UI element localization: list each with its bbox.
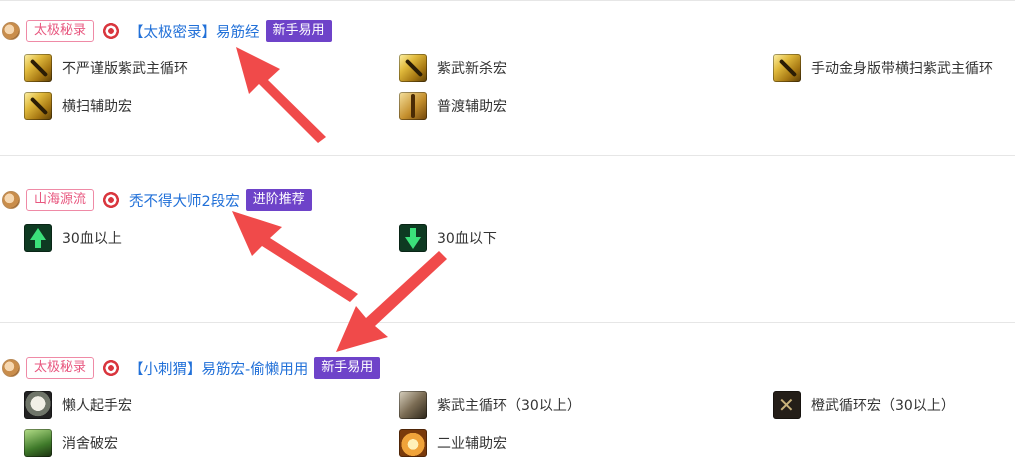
skill-label: 懒人起手宏 (62, 398, 132, 414)
skill-label: 横扫辅助宏 (62, 99, 132, 115)
skill-label: 二业辅助宏 (437, 436, 507, 452)
annotation-arrow (236, 47, 326, 143)
skill-label: 普渡辅助宏 (437, 99, 507, 115)
school-emblem-icon (2, 191, 20, 209)
annotation-arrow (336, 251, 447, 352)
skill-label: 不严谨版紫武主循环 (62, 61, 188, 77)
skill-item[interactable]: 普渡辅助宏 (399, 91, 507, 121)
difficulty-badge: 新手易用 (265, 20, 332, 42)
ghost-icon (24, 391, 52, 419)
gold-blade-icon (399, 54, 427, 82)
crossed-weapons-icon (773, 391, 801, 419)
macro-header: 山海源流 秃不得大师2段宏 进阶推荐 (0, 188, 312, 212)
school-tag[interactable]: 山海源流 (26, 189, 95, 211)
gold-blade-icon (773, 54, 801, 82)
macro-header: 太极秘录 【太极密录】易筋经 新手易用 (0, 19, 332, 43)
leaf-icon (24, 429, 52, 457)
target-icon (102, 22, 121, 40)
gold-blade-icon (24, 92, 52, 120)
skill-item[interactable]: 懒人起手宏 (24, 390, 132, 420)
divider (0, 0, 1015, 1)
flame-icon (399, 429, 427, 457)
divider (0, 322, 1015, 323)
skill-item[interactable]: 紫武新杀宏 (399, 53, 507, 83)
skill-label: 消舍破宏 (62, 436, 118, 452)
skill-item[interactable]: 30血以下 (399, 223, 497, 253)
school-tag[interactable]: 太极秘录 (26, 20, 95, 42)
difficulty-badge: 新手易用 (314, 357, 381, 379)
skill-item[interactable]: 手动金身版带横扫紫武主循环 (773, 53, 993, 83)
skill-label: 30血以上 (62, 231, 122, 247)
annotation-arrow (232, 211, 358, 302)
skill-item[interactable]: 不严谨版紫武主循环 (24, 53, 188, 83)
gold-blade-icon (24, 54, 52, 82)
macro-title-link[interactable]: 秃不得大师2段宏 (129, 190, 240, 211)
target-icon (102, 359, 121, 377)
divider (0, 155, 1015, 156)
beast-icon (399, 391, 427, 419)
macro-header: 太极秘录 【小刺猬】易筋宏-偷懒用用 新手易用 (0, 356, 381, 380)
skill-label: 30血以下 (437, 231, 497, 247)
skill-label: 紫武新杀宏 (437, 61, 507, 77)
golden-staff-icon (399, 92, 427, 120)
green-down-arrow-icon (399, 224, 427, 252)
school-tag[interactable]: 太极秘录 (26, 357, 95, 379)
skill-item[interactable]: 消舍破宏 (24, 428, 118, 458)
green-up-arrow-icon (24, 224, 52, 252)
skill-item[interactable]: 30血以上 (24, 223, 122, 253)
skill-item[interactable]: 横扫辅助宏 (24, 91, 132, 121)
skill-item[interactable]: 紫武主循环（30以上） (399, 390, 581, 420)
target-icon (102, 191, 121, 209)
skill-label: 紫武主循环（30以上） (437, 398, 581, 414)
school-emblem-icon (2, 22, 20, 40)
school-emblem-icon (2, 359, 20, 377)
skill-item[interactable]: 橙武循环宏（30以上） (773, 390, 955, 420)
macro-title-link[interactable]: 【太极密录】易筋经 (129, 21, 260, 42)
difficulty-badge: 进阶推荐 (245, 189, 312, 211)
macro-title-link[interactable]: 【小刺猬】易筋宏-偷懒用用 (129, 358, 308, 379)
skill-item[interactable]: 二业辅助宏 (399, 428, 507, 458)
skill-label: 橙武循环宏（30以上） (811, 398, 955, 414)
skill-label: 手动金身版带横扫紫武主循环 (811, 61, 993, 77)
